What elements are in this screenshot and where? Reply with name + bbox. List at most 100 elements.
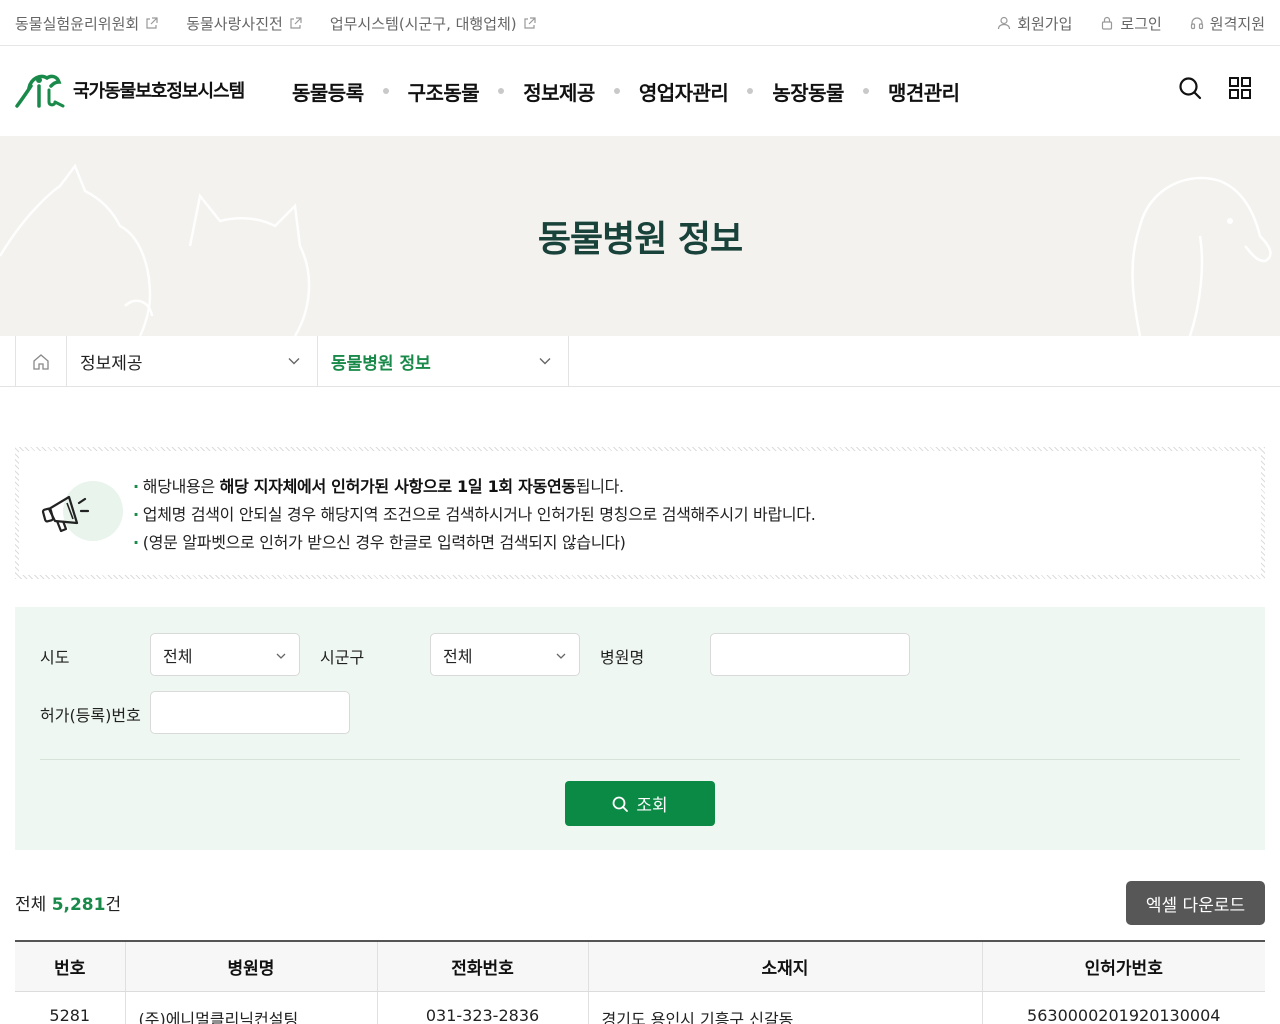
notice-content: · 해당내용은 해당 지자체에서 인허가된 사항으로 1일 1회 자동연동됩니다.…	[19, 451, 1261, 575]
page-hero: 동물병원 정보	[0, 136, 1280, 336]
chevron-down-icon	[276, 653, 286, 659]
total-count: 5,281	[51, 895, 106, 915]
sitemap-button[interactable]	[1228, 76, 1252, 104]
cell-license: 5630000201920130004	[1027, 1005, 1221, 1024]
total-suffix: 건	[105, 895, 122, 915]
nav-business-management[interactable]: 영업자관리	[639, 77, 729, 106]
hospital-name-input[interactable]	[710, 633, 910, 676]
headset-icon	[1190, 17, 1203, 30]
license-number-label: 허가(등록)번호	[40, 706, 141, 725]
external-link-icon	[290, 16, 302, 29]
sido-label: 시도	[40, 648, 70, 667]
nav-separator	[498, 88, 505, 94]
total-prefix: 전체	[15, 895, 47, 915]
nav-information[interactable]: 정보제공	[523, 77, 595, 106]
breadcrumb-level1-label: 정보제공	[80, 354, 143, 374]
home-icon	[33, 354, 49, 370]
notice-line2: 업체명 검색이 안되실 경우 해당지역 조건으로 검색하시거나 인허가된 명칭으…	[142, 505, 816, 524]
search-form: 시도 전체 시군구 전체 병원명 허가(등록)번호 조회	[15, 607, 1265, 850]
utility-left-links: 동물실험윤리위원회 동물사랑사진전 업무시스템(시군구, 대행업체)	[15, 0, 536, 46]
cell-hospital-name[interactable]: (주)에니멀클리닉컨설팅	[125, 991, 378, 1024]
col-header-license: 인허가번호	[982, 941, 1265, 992]
search-submit-label: 조회	[636, 796, 668, 816]
remote-support-link[interactable]: 원격지원	[1190, 13, 1265, 34]
page-title: 동물병원 정보	[537, 219, 743, 260]
breadcrumb-home[interactable]	[15, 336, 67, 387]
form-divider	[40, 759, 1240, 760]
chevron-down-icon	[288, 358, 300, 365]
search-button[interactable]	[1178, 76, 1202, 104]
logo-text: 국가동물보호정보시스템	[73, 81, 245, 102]
bullet: ·	[133, 533, 139, 552]
breadcrumb: 정보제공 동물병원 정보	[0, 336, 1280, 387]
link-label: 동물사랑사진전	[186, 14, 283, 33]
notice-line1-pre: 해당내용은	[142, 477, 220, 496]
nav-rescued-animals[interactable]: 구조동물	[408, 77, 480, 106]
col-header-number: 번호	[15, 941, 126, 992]
logo-icon	[15, 74, 65, 108]
cell-phone: 031-323-2836	[377, 991, 589, 1024]
hospital-name-label: 병원명	[600, 648, 645, 667]
table-header-row: 번호 병원명 전화번호 소재지 인허가번호	[15, 941, 1265, 992]
breadcrumb-level2-select[interactable]: 동물병원 정보	[318, 336, 569, 387]
nav-separator	[382, 88, 389, 94]
nav-farm-animals[interactable]: 농장동물	[772, 77, 844, 106]
utility-bar: 동물실험윤리위원회 동물사랑사진전 업무시스템(시군구, 대행업체) 회원가입 …	[0, 0, 1280, 46]
lock-icon	[1102, 16, 1113, 30]
excel-download-button[interactable]: 엑셀 다운로드	[1126, 881, 1265, 925]
sigungu-value: 전체	[443, 646, 473, 666]
sigungu-select[interactable]: 전체	[430, 633, 580, 676]
cell-address: 경기도 용인시 기흥구 신갈동	[588, 991, 983, 1024]
table-row[interactable]: 5281 (주)에니멀클리닉컨설팅 031-323-2836 경기도 용인시 기…	[15, 991, 1265, 1024]
nav-separator	[862, 88, 869, 94]
link-animal-photo-contest[interactable]: 동물사랑사진전	[186, 13, 302, 34]
signup-label: 회원가입	[1017, 14, 1073, 33]
site-logo[interactable]: 국가동물보호정보시스템	[15, 72, 245, 108]
notice-list: · 해당내용은 해당 지자체에서 인허가된 사항으로 1일 1회 자동연동됩니다.…	[133, 473, 816, 557]
main-navigation: 동물등록 구조동물 정보제공 영업자관리 농장동물 맹견관리	[292, 46, 960, 136]
notice-item: · (영문 알파벳으로 인허가 받으신 경우 한글로 입력하면 검색되지 않습니다…	[133, 529, 816, 557]
login-link[interactable]: 로그인	[1100, 13, 1162, 34]
notice-item: · 해당내용은 해당 지자체에서 인허가된 사항으로 1일 1회 자동연동됩니다.	[133, 473, 816, 501]
result-total: 전체 5,281건	[15, 890, 121, 915]
bullet: ·	[133, 477, 139, 496]
search-submit-button[interactable]: 조회	[565, 781, 715, 826]
nav-dangerous-dogs[interactable]: 맹견관리	[888, 77, 960, 106]
nav-separator	[613, 88, 620, 94]
remote-support-label: 원격지원	[1209, 14, 1265, 33]
sido-value: 전체	[163, 646, 193, 666]
license-number-input[interactable]	[150, 691, 350, 734]
hospital-table: 번호 병원명 전화번호 소재지 인허가번호 5281 (주)에니멀클리닉컨설팅 …	[15, 940, 1265, 1024]
bullet: ·	[133, 505, 139, 524]
megaphone-icon	[41, 495, 90, 533]
breadcrumb-level1-select[interactable]: 정보제공	[67, 336, 318, 387]
sido-select[interactable]: 전체	[150, 633, 300, 676]
nav-animal-registration[interactable]: 동물등록	[292, 77, 364, 106]
breadcrumb-level2-label: 동물병원 정보	[331, 354, 431, 374]
search-icon	[612, 796, 629, 812]
notice-icon-wrap	[39, 481, 123, 545]
sigungu-label: 시군구	[320, 648, 365, 667]
header-icons	[1178, 76, 1252, 104]
notice-line1-bold: 해당 지자체에서 인허가된 사항으로 1일 1회 자동연동	[219, 477, 576, 496]
link-label: 동물실험윤리위원회	[15, 14, 140, 33]
link-work-system[interactable]: 업무시스템(시군구, 대행업체)	[330, 13, 536, 34]
notice-line3: (영문 알파벳으로 인허가 받으신 경우 한글로 입력하면 검색되지 않습니다)	[142, 533, 626, 552]
site-header: 국가동물보호정보시스템 동물등록 구조동물 정보제공 영업자관리 농장동물 맹견…	[0, 46, 1280, 136]
col-header-hospital-name: 병원명	[125, 941, 378, 992]
grid-menu-icon	[1229, 77, 1251, 99]
utility-right-links: 회원가입 로그인 원격지원	[997, 0, 1265, 46]
nav-separator	[747, 88, 754, 94]
signup-link[interactable]: 회원가입	[997, 13, 1072, 34]
notice-item: · 업체명 검색이 안되실 경우 해당지역 조건으로 검색하시거나 인허가된 명칭…	[133, 501, 816, 529]
link-animal-ethics-committee[interactable]: 동물실험윤리위원회	[15, 13, 158, 34]
user-icon	[998, 16, 1011, 30]
login-label: 로그인	[1120, 14, 1162, 33]
external-link-icon	[524, 16, 536, 29]
search-icon	[1179, 77, 1202, 100]
col-header-address: 소재지	[588, 941, 983, 992]
cell-number: 5281	[15, 991, 126, 1024]
chevron-down-icon	[556, 653, 566, 659]
chevron-down-icon	[539, 358, 551, 365]
external-link-icon	[146, 16, 158, 29]
